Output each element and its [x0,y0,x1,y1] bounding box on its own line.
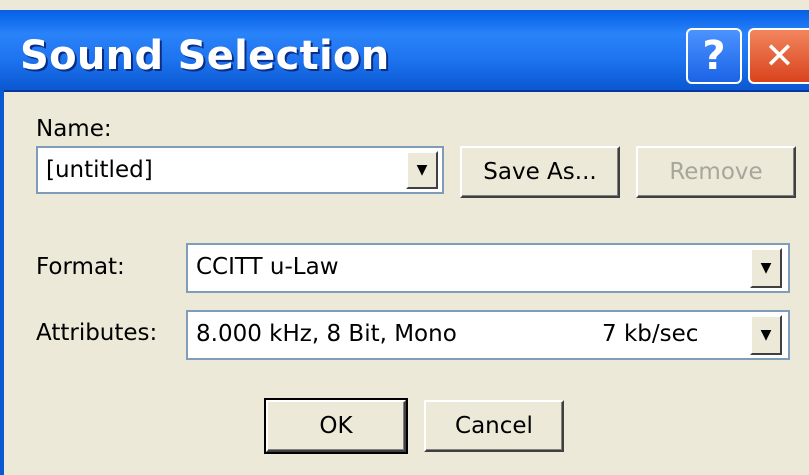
chevron-down-icon: ▼ [760,260,772,276]
name-combobox[interactable]: [untitled] ▼ [36,146,444,194]
dialog-title: Sound Selection [20,33,390,79]
chevron-down-icon: ▼ [416,162,428,178]
name-label: Name: [36,116,112,142]
format-combobox[interactable]: CCITT u-Law ▼ [186,243,790,293]
sound-selection-dialog: Sound Selection ? ✕ Name: [untitled] ▼ S… [0,0,809,475]
window-border [0,90,4,475]
format-label: Format: [36,254,125,280]
help-button[interactable]: ? [686,28,742,84]
close-icon: ✕ [764,35,795,77]
cancel-button[interactable]: Cancel [424,400,564,452]
title-bar[interactable]: Sound Selection ? ✕ [0,10,809,92]
attributes-dropdown-button[interactable]: ▼ [750,315,782,355]
close-button[interactable]: ✕ [748,28,809,84]
chevron-down-icon: ▼ [760,327,772,343]
remove-button[interactable]: Remove [636,146,796,198]
name-value: [untitled] [46,157,153,183]
attributes-rate: 7 kb/sec [602,321,699,347]
help-icon: ? [702,33,726,79]
format-dropdown-button[interactable]: ▼ [750,248,782,288]
save-as-button[interactable]: Save As... [460,146,620,198]
attributes-value: 8.000 kHz, 8 Bit, Mono [196,321,457,347]
name-dropdown-button[interactable]: ▼ [406,151,438,189]
attributes-combobox[interactable]: 8.000 kHz, 8 Bit, Mono 7 kb/sec ▼ [186,310,790,360]
ok-button[interactable]: OK [264,398,408,454]
format-value: CCITT u-Law [196,254,339,280]
attributes-label: Attributes: [36,320,158,346]
